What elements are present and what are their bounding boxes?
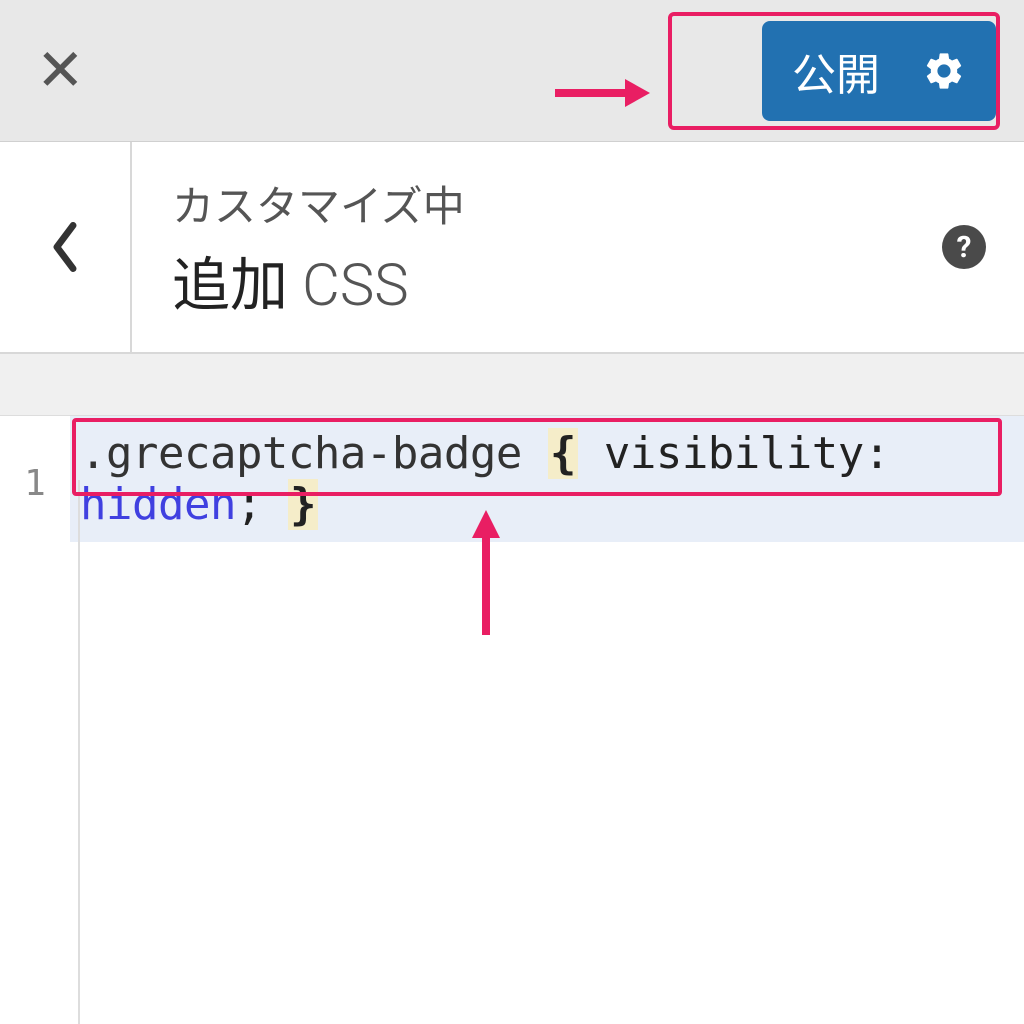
css-selector: .grecaptcha-badge: [80, 428, 522, 479]
brace-open: {: [548, 428, 578, 479]
close-button[interactable]: ✕: [28, 36, 93, 105]
header-section: カスタマイズ中 追加 CSS ?: [0, 142, 1024, 354]
spacer-bar: [0, 354, 1024, 416]
publish-container: 公開: [762, 21, 996, 121]
chevron-left-icon: [48, 220, 82, 274]
back-button[interactable]: [0, 142, 132, 352]
css-property: visibility:: [604, 428, 890, 479]
gear-icon: [922, 49, 966, 93]
publish-label: 公開: [792, 39, 880, 103]
publish-button[interactable]: 公開: [762, 21, 996, 121]
line-number: 1: [0, 455, 70, 504]
annotation-arrow-right-icon: [550, 56, 650, 129]
top-bar: ✕ 公開: [0, 0, 1024, 142]
header-titles: カスタマイズ中 追加 CSS: [132, 173, 942, 322]
editor-gutter: [78, 480, 1024, 1024]
customizing-label: カスタマイズ中: [172, 173, 942, 234]
section-title: 追加 CSS: [172, 238, 942, 322]
help-button[interactable]: ?: [942, 225, 986, 269]
annotation-arrow-up-icon: [466, 510, 506, 656]
